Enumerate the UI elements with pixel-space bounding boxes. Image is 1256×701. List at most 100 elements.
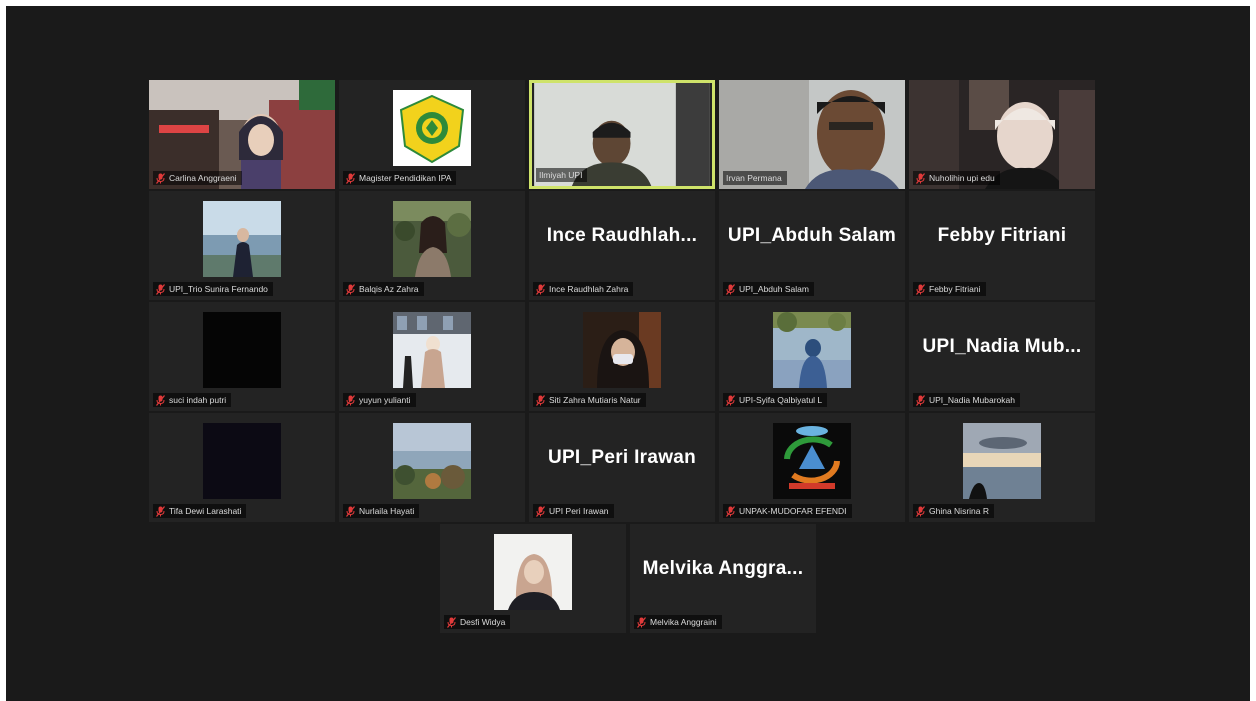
- participant-name-tag: Ilmiyah UPI: [536, 168, 588, 182]
- participant-row: Desfi Widya Melvika Anggra... Melvika Angg…: [440, 524, 816, 633]
- participant-tile-desfi-widya[interactable]: Desfi Widya: [440, 524, 626, 633]
- participant-name: Irvan Permana: [726, 173, 782, 183]
- mic-muted-icon: [916, 395, 925, 406]
- participant-tile-nurlaila-hayati[interactable]: Nurlaila Hayati: [339, 413, 525, 522]
- mic-muted-icon: [916, 284, 925, 295]
- participant-avatar: [773, 312, 851, 388]
- participant-tile-unpak-mudofar-efendi[interactable]: UNPAK-MUDOFAR EFENDI: [719, 413, 905, 522]
- participant-name: UPI_Abduh Salam: [739, 284, 809, 294]
- participant-name-tag: UPI_Abduh Salam: [723, 282, 814, 296]
- participant-name-tag: Ghina Nisrina R: [913, 504, 994, 518]
- mic-muted-icon: [346, 284, 355, 295]
- participant-name-tag: Febby Fitriani: [913, 282, 986, 296]
- participant-name: UPI_Nadia Mubarokah: [929, 395, 1015, 405]
- participant-name: Ghina Nisrina R: [929, 506, 989, 516]
- participant-name-tag: UNPAK-MUDOFAR EFENDI: [723, 504, 852, 518]
- participant-name-tag: yuyun yulianti: [343, 393, 416, 407]
- participant-name-tag: suci indah putri: [153, 393, 232, 407]
- participant-name: Melvika Anggraini: [650, 617, 717, 627]
- participant-row: Tifa Dewi Larashati Nurlaila Hayati UPI_Pe…: [149, 413, 1095, 522]
- participant-avatar: [203, 312, 281, 388]
- participant-name-tag: Nurlaila Hayati: [343, 504, 420, 518]
- mic-muted-icon: [536, 395, 545, 406]
- mic-muted-icon: [726, 395, 735, 406]
- participant-name: suci indah putri: [169, 395, 227, 405]
- mic-muted-icon: [536, 506, 545, 517]
- participant-tile-upi-syifa-qalbiyatul-l[interactable]: UPI-Syifa Qalbiyatul L: [719, 302, 905, 411]
- participant-tile-irvan-permana[interactable]: Irvan Permana: [719, 80, 905, 189]
- participant-display-name: Febby Fitriani: [937, 225, 1067, 246]
- participant-name: Ince Raudhlah Zahra: [549, 284, 629, 294]
- mic-muted-icon: [346, 173, 355, 184]
- participant-avatar: [773, 423, 851, 499]
- participant-name-tag: Tifa Dewi Larashati: [153, 504, 247, 518]
- mic-muted-icon: [156, 395, 165, 406]
- participant-name: Tifa Dewi Larashati: [169, 506, 242, 516]
- participant-name-tag: Desfi Widya: [444, 615, 511, 629]
- participant-avatar: [583, 312, 661, 388]
- participant-name: yuyun yulianti: [359, 395, 411, 405]
- participant-tile-yuyun-yulianti[interactable]: yuyun yulianti: [339, 302, 525, 411]
- participant-name-tag: Balqis Az Zahra: [343, 282, 424, 296]
- participant-tile-ilmiyah-upi[interactable]: Ilmiyah UPI: [529, 80, 715, 189]
- participant-name-tag: UPI_Nadia Mubarokah: [913, 393, 1020, 407]
- participant-name: UPI Peri Irawan: [549, 506, 609, 516]
- participant-name: Nuholihin upi edu: [929, 173, 995, 183]
- participant-avatar: [494, 534, 572, 610]
- participant-name: UPI-Syifa Qalbiyatul L: [739, 395, 823, 405]
- participant-tile-nuholihin-upi-edu[interactable]: Nuholihin upi edu: [909, 80, 1095, 189]
- mic-muted-icon: [346, 395, 355, 406]
- participant-display-name: UPI_Abduh Salam: [727, 225, 897, 246]
- mic-muted-icon: [536, 284, 545, 295]
- participant-row: UPI_Trio Sunira Fernando Balqis Az Zahra I…: [149, 191, 1095, 300]
- participant-tile-ince-raudhlah-zahra[interactable]: Ince Raudhlah... Ince Raudhlah Zahra: [529, 191, 715, 300]
- participant-name: Ilmiyah UPI: [539, 170, 583, 180]
- participant-tile-upi-abduh-salam[interactable]: UPI_Abduh Salam UPI_Abduh Salam: [719, 191, 905, 300]
- participant-tile-melvika-anggraini[interactable]: Melvika Anggra... Melvika Anggraini: [630, 524, 816, 633]
- mic-muted-icon: [346, 506, 355, 517]
- participant-tile-carlina-anggraeni[interactable]: Carlina Anggraeni: [149, 80, 335, 189]
- participant-tile-siti-zahra-mutiaris-natur[interactable]: Siti Zahra Mutiaris Natur: [529, 302, 715, 411]
- participant-avatar: [393, 312, 471, 388]
- participant-display-name: UPI_Peri Irawan: [547, 447, 697, 468]
- participant-avatar: [393, 201, 471, 277]
- participant-name: Desfi Widya: [460, 617, 506, 627]
- participant-name: UNPAK-MUDOFAR EFENDI: [739, 506, 847, 516]
- participant-tile-magister-pendidikan-ipa[interactable]: Magister Pendidikan IPA: [339, 80, 525, 189]
- participant-name: Balqis Az Zahra: [359, 284, 419, 294]
- mic-muted-icon: [447, 617, 456, 628]
- mic-muted-icon: [156, 173, 165, 184]
- participant-tile-upi-nadia-mubarokah[interactable]: UPI_Nadia Mub... UPI_Nadia Mubarokah: [909, 302, 1095, 411]
- participant-avatar: [393, 90, 471, 166]
- participant-name-tag: Magister Pendidikan IPA: [343, 171, 457, 185]
- participant-name-tag: Nuholihin upi edu: [913, 171, 1000, 185]
- participant-display-name: Ince Raudhlah...: [546, 225, 698, 246]
- participant-avatar: [203, 423, 281, 499]
- mic-muted-icon: [726, 506, 735, 517]
- mic-muted-icon: [156, 284, 165, 295]
- participant-name: Nurlaila Hayati: [359, 506, 415, 516]
- participant-name: Siti Zahra Mutiaris Natur: [549, 395, 641, 405]
- participant-name-tag: Irvan Permana: [723, 171, 787, 185]
- participant-name: Febby Fitriani: [929, 284, 981, 294]
- mic-muted-icon: [726, 284, 735, 295]
- participant-name: Carlina Anggraeni: [169, 173, 237, 183]
- participant-name: UPI_Trio Sunira Fernando: [169, 284, 268, 294]
- participant-display-name: Melvika Anggra...: [642, 558, 804, 579]
- participant-tile-suci-indah-putri[interactable]: suci indah putri: [149, 302, 335, 411]
- participant-tile-balqis-az-zahra[interactable]: Balqis Az Zahra: [339, 191, 525, 300]
- participant-name-tag: UPI_Trio Sunira Fernando: [153, 282, 273, 296]
- participant-tile-upi-trio-sunira-fernando[interactable]: UPI_Trio Sunira Fernando: [149, 191, 335, 300]
- mic-muted-icon: [916, 506, 925, 517]
- participant-avatar: [393, 423, 471, 499]
- participant-tile-upi-peri-irawan[interactable]: UPI_Peri Irawan UPI Peri Irawan: [529, 413, 715, 522]
- participant-tile-ghina-nisrina-r[interactable]: Ghina Nisrina R: [909, 413, 1095, 522]
- participant-name-tag: Melvika Anggraini: [634, 615, 722, 629]
- participant-tile-febby-fitriani[interactable]: Febby Fitriani Febby Fitriani: [909, 191, 1095, 300]
- participant-name: Magister Pendidikan IPA: [359, 173, 452, 183]
- participant-row: suci indah putri yuyun yulianti Siti Zahra…: [149, 302, 1095, 411]
- participant-name-tag: Ince Raudhlah Zahra: [533, 282, 634, 296]
- participant-name-tag: Siti Zahra Mutiaris Natur: [533, 393, 646, 407]
- participant-tile-tifa-dewi-larashati[interactable]: Tifa Dewi Larashati: [149, 413, 335, 522]
- mic-muted-icon: [637, 617, 646, 628]
